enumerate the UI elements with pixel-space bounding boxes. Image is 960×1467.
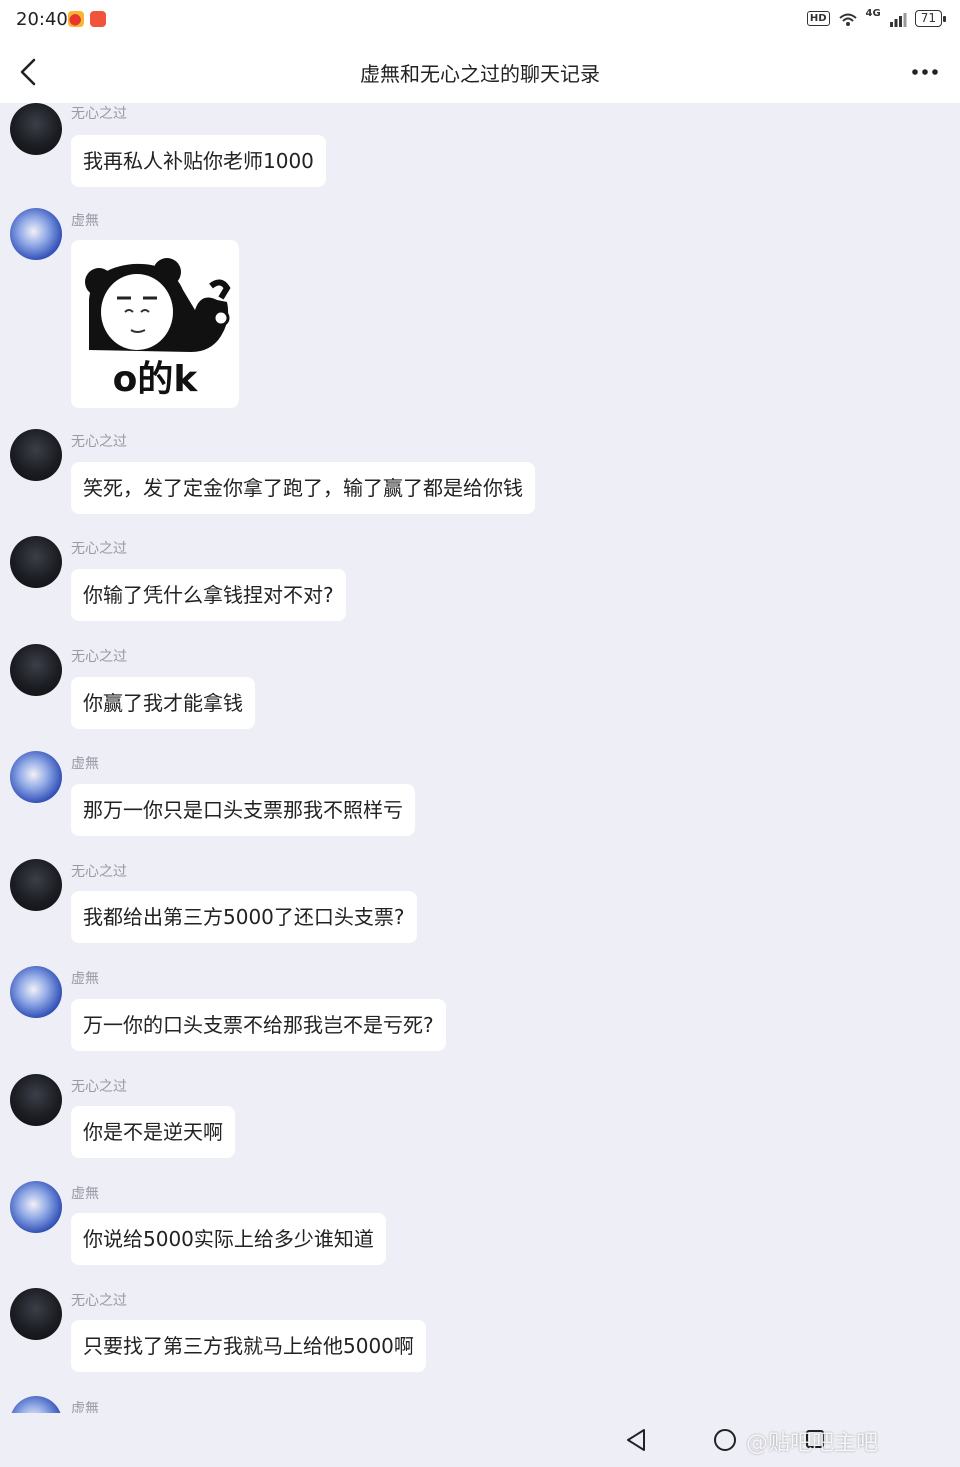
chat-history[interactable]: 无心之过 我再私人补贴你老师1000 虚無 o的k 无心之过 笑死，发了定金你拿… bbox=[0, 103, 960, 1413]
signal-icon bbox=[889, 12, 907, 27]
avatar[interactable] bbox=[10, 208, 62, 260]
avatar[interactable] bbox=[10, 966, 62, 1018]
message-bubble[interactable]: 你输了凭什么拿钱捏对不对? bbox=[71, 569, 346, 621]
sender-name: 无心之过 bbox=[71, 864, 127, 880]
nav-back-triangle-icon[interactable] bbox=[624, 1427, 648, 1453]
avatar[interactable] bbox=[10, 1181, 62, 1233]
status-time: 20:40 bbox=[16, 9, 68, 30]
sender-name: 无心之过 bbox=[71, 434, 127, 450]
sender-name: 无心之过 bbox=[71, 541, 127, 557]
message-bubble[interactable]: 你是不是逆天啊 bbox=[71, 1106, 235, 1158]
sticker-text: o的k bbox=[112, 359, 198, 400]
message-bubble[interactable]: 万一你的口头支票不给那我岂不是亏死? bbox=[71, 999, 446, 1051]
weibo-icon bbox=[68, 11, 84, 27]
sticker-image[interactable]: o的k bbox=[71, 240, 239, 408]
sender-name: 无心之过 bbox=[71, 106, 127, 122]
sender-name: 无心之过 bbox=[71, 1079, 127, 1095]
notification-icons bbox=[68, 11, 106, 27]
sender-name: 虚無 bbox=[71, 213, 99, 229]
message-bubble[interactable]: 只要找了第三方我就马上给他5000啊 bbox=[71, 1320, 426, 1372]
sender-name: 无心之过 bbox=[71, 649, 127, 665]
app-notification-icon bbox=[90, 11, 106, 27]
message-bubble[interactable]: 我都给出第三方5000了还口头支票? bbox=[71, 891, 417, 943]
sender-name: 虚無 bbox=[71, 756, 99, 772]
battery-indicator: 71 bbox=[914, 10, 947, 27]
message-bubble[interactable]: 你赢了我才能拿钱 bbox=[71, 677, 255, 729]
avatar[interactable] bbox=[10, 536, 62, 588]
avatar[interactable] bbox=[10, 751, 62, 803]
nav-home-circle-icon[interactable] bbox=[712, 1427, 738, 1453]
title-bar: 虚無和无心之过的聊天记录 bbox=[0, 40, 960, 103]
page-title: 虚無和无心之过的聊天记录 bbox=[360, 62, 600, 86]
message-bubble[interactable]: 我再私人补贴你老师1000 bbox=[71, 135, 326, 187]
message-bubble[interactable]: 笑死，发了定金你拿了跑了，输了赢了都是给你钱 bbox=[71, 462, 535, 514]
avatar[interactable] bbox=[10, 1074, 62, 1126]
network-type: 4G bbox=[865, 8, 881, 19]
avatar[interactable] bbox=[10, 429, 62, 481]
status-bar: 20:40 HD 4G 71 bbox=[0, 0, 960, 40]
avatar[interactable] bbox=[10, 1288, 62, 1340]
sender-name: 虚無 bbox=[71, 971, 99, 987]
sender-name: 虚無 bbox=[71, 1186, 99, 1202]
avatar[interactable] bbox=[10, 103, 62, 155]
sender-name: 无心之过 bbox=[71, 1293, 127, 1309]
hd-badge: HD bbox=[806, 11, 830, 26]
sender-name: 虚無 bbox=[71, 1401, 99, 1413]
avatar[interactable] bbox=[10, 859, 62, 911]
message-bubble[interactable]: 你说给5000实际上给多少谁知道 bbox=[71, 1213, 386, 1265]
watermark: @贴吧吧主吧 bbox=[746, 1431, 879, 1456]
avatar[interactable] bbox=[10, 644, 62, 696]
status-indicators: HD 4G 71 bbox=[806, 8, 947, 27]
system-nav-bar: @贴吧吧主吧 bbox=[0, 1413, 960, 1467]
avatar[interactable] bbox=[10, 1396, 62, 1413]
wifi-icon bbox=[838, 13, 857, 26]
message-bubble[interactable]: 那万一你只是口头支票那我不照样亏 bbox=[71, 784, 415, 836]
more-dots-icon[interactable] bbox=[910, 60, 940, 84]
